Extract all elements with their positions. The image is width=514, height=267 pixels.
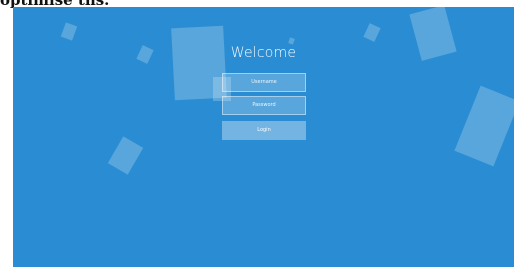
welcome-title: Welcome <box>230 45 297 61</box>
login-button[interactable]: Login <box>222 121 306 140</box>
decorative-square <box>107 136 144 175</box>
decorative-square <box>363 23 381 42</box>
username-field[interactable] <box>222 73 306 92</box>
password-field[interactable] <box>222 96 306 115</box>
decorative-square <box>288 37 295 45</box>
login-screen: Welcome Login <box>13 7 514 267</box>
decorative-square <box>454 85 514 167</box>
decorative-square <box>60 22 78 41</box>
